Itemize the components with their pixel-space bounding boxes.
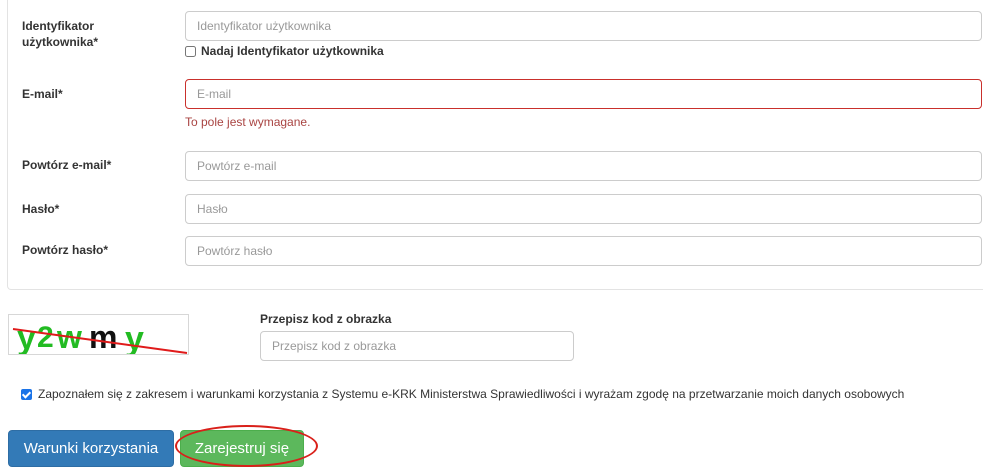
password-label: Hasło* [22, 202, 60, 216]
email-repeat-label: Powtórz e-mail* [22, 158, 112, 172]
captcha-input[interactable] [260, 331, 574, 361]
email-repeat-input[interactable] [185, 151, 982, 181]
captcha-char-y1: y [17, 319, 36, 355]
consent-checkbox[interactable] [21, 388, 32, 400]
password-repeat-label: Powtórz hasło* [22, 243, 109, 257]
email-label: E-mail* [22, 87, 63, 101]
captcha-char-2: 2 [37, 321, 54, 354]
assign-user-id-checkbox[interactable] [185, 45, 196, 57]
user-id-input[interactable] [185, 11, 982, 41]
user-id-label-line2: użytkownika* [22, 35, 99, 49]
captcha-image: y 2 w m y [8, 314, 189, 355]
consent-text: Zapoznałem się z zakresem i warunkami ko… [38, 387, 905, 401]
assign-user-id-label: Nadaj Identyfikator użytkownika [201, 44, 384, 58]
assign-user-id-checkbox-row[interactable]: Nadaj Identyfikator użytkownika [185, 44, 384, 58]
register-button[interactable]: Zarejestruj się [180, 430, 304, 467]
captcha-char-m: m [89, 319, 117, 355]
email-input[interactable] [185, 79, 982, 109]
email-error-message: To pole jest wymagane. [185, 115, 311, 129]
user-id-label-line1: Identyfikator [22, 19, 95, 33]
terms-button[interactable]: Warunki korzystania [8, 430, 174, 467]
captcha-char-y2: y [125, 320, 144, 355]
user-id-label: Identyfikator użytkownika* [22, 18, 98, 50]
password-input[interactable] [185, 194, 982, 224]
captcha-label: Przepisz kod z obrazka [260, 312, 392, 326]
consent-checkbox-row[interactable]: Zapoznałem się z zakresem i warunkami ko… [21, 387, 904, 401]
password-repeat-input[interactable] [185, 236, 982, 266]
captcha-graphic: y 2 w m y [12, 319, 188, 355]
